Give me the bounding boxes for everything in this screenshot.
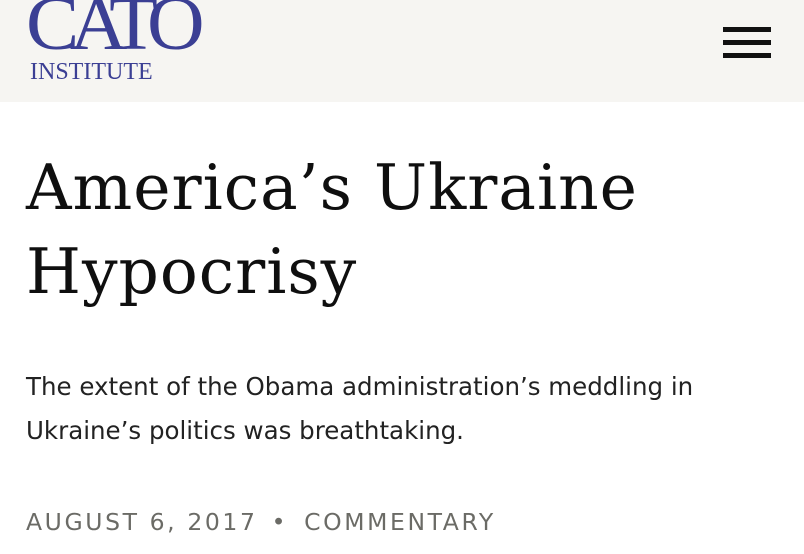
article-subtitle: The extent of the Obama administration’s… — [26, 372, 694, 445]
article-meta: AUGUST 6, 2017 • COMMENTARY — [26, 505, 496, 539]
article-title: America’s Ukraine Hypocrisy — [26, 151, 638, 308]
site-header: CATO INSTITUTE — [0, 0, 804, 102]
article-type-link[interactable]: COMMENTARY — [304, 508, 496, 536]
logo-subtitle: INSTITUTE — [30, 59, 153, 85]
article-date: AUGUST 6, 2017 — [26, 508, 258, 536]
cato-institute-logo[interactable]: CATO INSTITUTE — [26, 0, 205, 86]
menu-button[interactable] — [718, 22, 776, 64]
menu-bar — [723, 53, 771, 58]
menu-bar — [723, 27, 771, 32]
menu-bar — [723, 40, 771, 45]
meta-separator: • — [271, 508, 289, 536]
logo-wordmark: CATO — [26, 0, 205, 66]
